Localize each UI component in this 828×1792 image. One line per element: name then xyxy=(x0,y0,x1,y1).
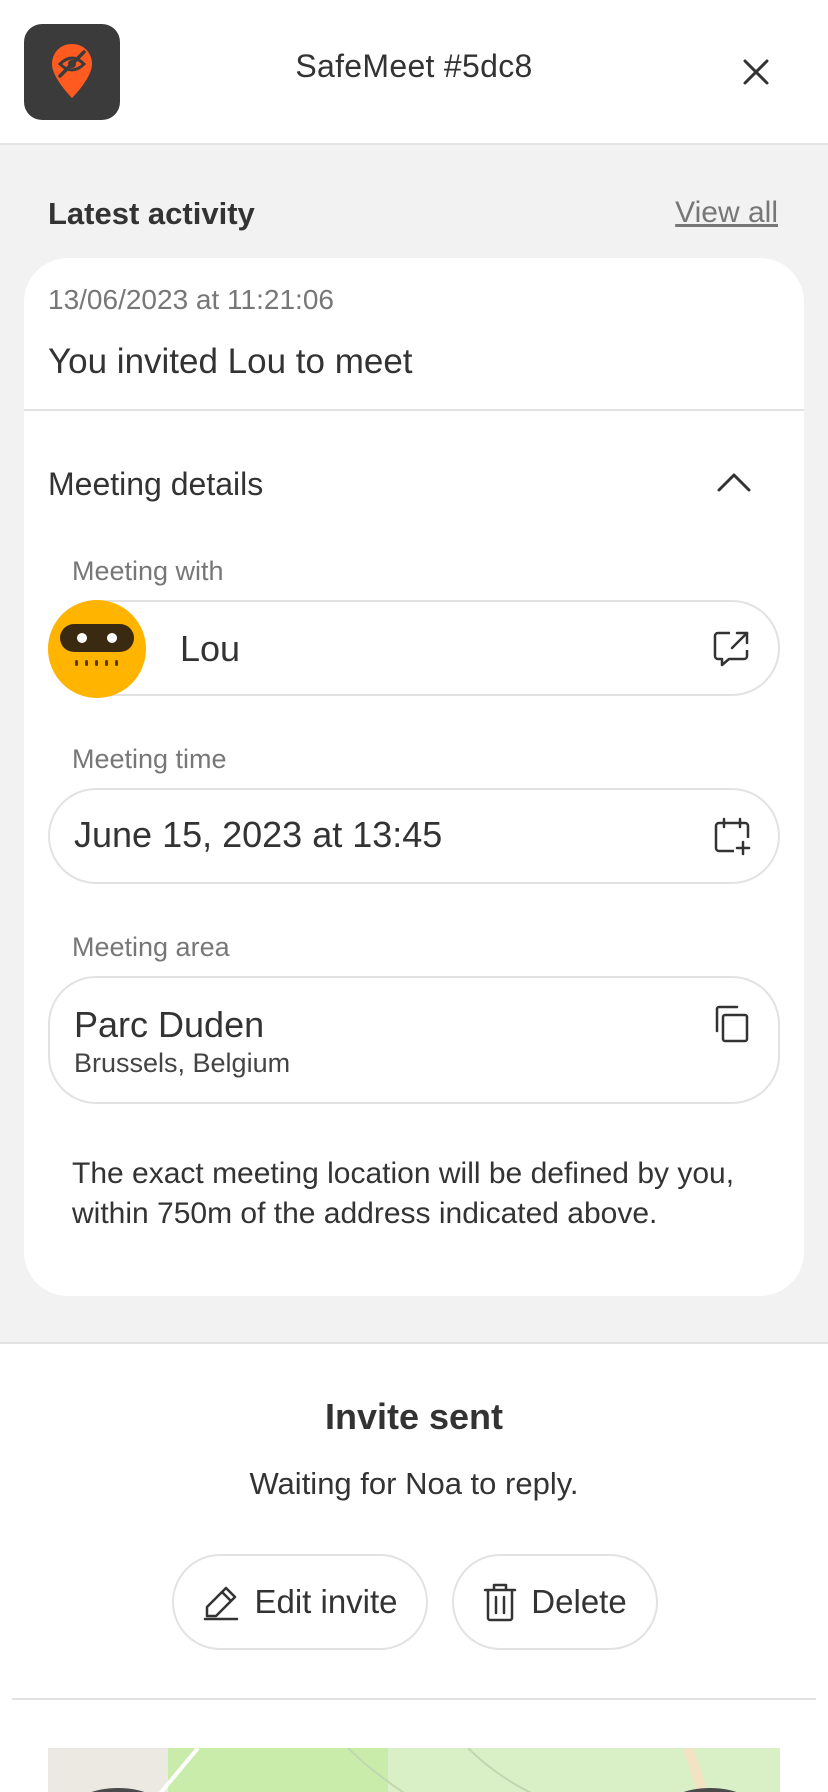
meeting-with-name: Lou xyxy=(180,628,241,669)
open-chat-button[interactable] xyxy=(712,628,752,668)
collapse-details-button[interactable] xyxy=(714,466,754,496)
masked-face-icon xyxy=(60,624,134,666)
calendar-add-icon xyxy=(714,817,751,856)
close-button[interactable] xyxy=(736,52,776,92)
copy-icon xyxy=(715,1005,749,1043)
edit-invite-button[interactable]: Edit invite xyxy=(172,1554,428,1650)
meeting-time-label: Meeting time xyxy=(72,744,227,774)
chevron-up-icon xyxy=(717,473,751,492)
latest-activity-heading: Latest activity xyxy=(48,196,255,231)
trash-icon xyxy=(484,1583,517,1622)
section-divider xyxy=(12,1698,816,1700)
map-tiles xyxy=(48,1748,780,1792)
meeting-area-map[interactable] xyxy=(48,1748,780,1792)
meeting-details-title: Meeting details xyxy=(48,466,264,502)
meeting-with-label: Meeting with xyxy=(72,556,224,586)
meeting-with-field[interactable]: Lou xyxy=(48,600,780,698)
open-chat-icon xyxy=(713,631,749,667)
meeting-area-name: Parc Duden xyxy=(74,1004,265,1045)
meeting-time-value: June 15, 2023 at 13:45 xyxy=(74,814,443,855)
activity-message: You invited Lou to meet xyxy=(48,342,413,381)
activity-timestamp: 13/06/2023 at 11:21:06 xyxy=(48,284,334,315)
edit-invite-label: Edit invite xyxy=(254,1583,398,1620)
page-title: SafeMeet #5dc8 xyxy=(295,48,533,84)
meeting-area-field[interactable]: Parc Duden Brussels, Belgium xyxy=(48,976,780,1104)
meeting-area-city: Brussels, Belgium xyxy=(74,1048,291,1078)
copy-address-button[interactable] xyxy=(712,1004,752,1044)
invite-status-title: Invite sent xyxy=(324,1396,504,1437)
pencil-icon xyxy=(204,1586,239,1621)
close-icon xyxy=(743,59,769,85)
view-all-link[interactable]: View all xyxy=(675,196,778,230)
invite-status-subtitle: Waiting for Noa to reply. xyxy=(249,1466,579,1501)
add-to-calendar-button[interactable] xyxy=(712,816,752,856)
avatar xyxy=(48,600,146,698)
delete-label: Delete xyxy=(531,1583,627,1620)
meeting-time-field[interactable]: June 15, 2023 at 13:45 xyxy=(48,788,780,884)
meeting-location-note: The exact meeting location will be defin… xyxy=(72,1157,735,1230)
invite-status-section: Invite sent Waiting for Noa to reply. Ed… xyxy=(0,1342,828,1792)
activity-card: 13/06/2023 at 11:21:06 You invited Lou t… xyxy=(24,258,804,1296)
card-divider xyxy=(24,409,804,411)
meeting-area-label: Meeting area xyxy=(72,932,230,962)
delete-button[interactable]: Delete xyxy=(452,1554,658,1650)
top-bar: SafeMeet #5dc8 xyxy=(0,0,828,145)
